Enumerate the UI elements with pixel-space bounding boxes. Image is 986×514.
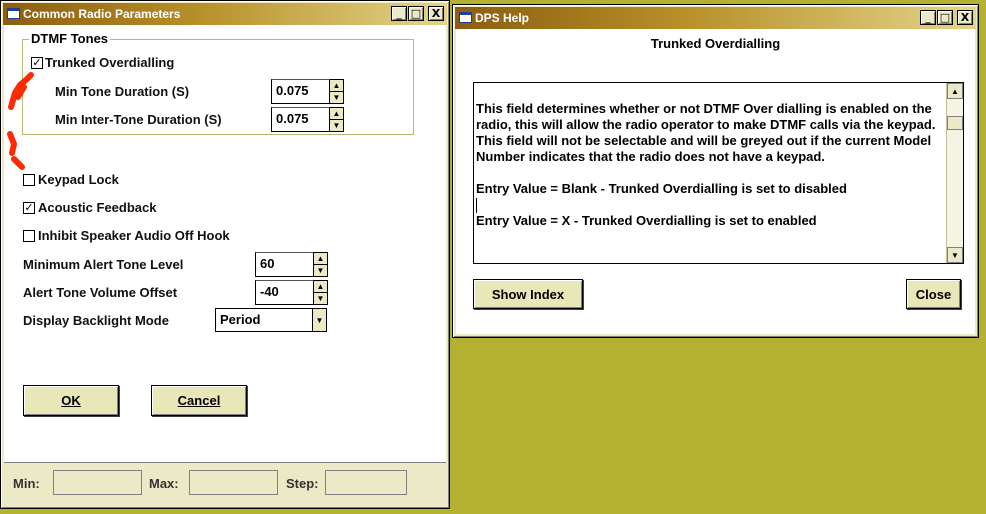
min-alert-tone-spinner[interactable]: 60 ▲ ▼: [255, 252, 328, 277]
help-vertical-scrollbar[interactable]: ▲ ▼: [946, 83, 963, 263]
params-titlebar[interactable]: Common Radio Parameters _ □ X: [3, 3, 447, 25]
status-step-field: [325, 470, 407, 495]
status-max-field: [189, 470, 278, 495]
status-max-label: Max:: [149, 476, 179, 491]
help-paragraph: Entry Value = X - Trunked Overdialling i…: [476, 213, 817, 228]
trunked-overdialling-checkbox[interactable]: ✓: [31, 57, 43, 69]
alert-tone-offset-label: Alert Tone Volume Offset: [23, 285, 178, 300]
dps-help-window: DPS Help _ □ X Trunked Overdialling This…: [452, 4, 979, 338]
min-inter-tone-duration-label: Min Inter-Tone Duration (S): [55, 112, 222, 127]
min-tone-duration-field[interactable]: 0.075: [271, 79, 330, 104]
ok-button[interactable]: OK: [23, 385, 119, 416]
maximize-button[interactable]: □: [937, 10, 953, 25]
scroll-up-icon[interactable]: ▲: [947, 83, 963, 99]
min-tone-duration-label: Min Tone Duration (S): [55, 84, 190, 99]
chevron-down-icon[interactable]: ▼: [312, 309, 326, 331]
keypad-lock-checkbox[interactable]: [23, 174, 35, 186]
min-tone-duration-spinner[interactable]: 0.075 ▲ ▼: [271, 79, 344, 104]
spin-down-icon[interactable]: ▼: [330, 91, 343, 103]
help-text-area[interactable]: This field determines whether or not DTM…: [473, 82, 964, 264]
backlight-mode-select[interactable]: Period ▼: [215, 308, 327, 332]
acoustic-feedback-label: Acoustic Feedback: [38, 200, 157, 215]
help-paragraph: Entry Value = Blank - Trunked Overdialli…: [476, 181, 847, 196]
spin-up-icon[interactable]: ▲: [314, 253, 327, 264]
help-client-area: Trunked Overdialling This field determin…: [456, 29, 975, 334]
close-button[interactable]: X: [957, 10, 973, 25]
help-window-title: DPS Help: [475, 11, 530, 25]
common-radio-parameters-window: Common Radio Parameters _ □ X DTMF Tones…: [0, 0, 450, 509]
scroll-thumb[interactable]: [947, 116, 963, 130]
status-step-label: Step:: [286, 476, 319, 491]
min-alert-tone-label: Minimum Alert Tone Level: [23, 257, 184, 272]
minimize-button[interactable]: _: [920, 10, 936, 25]
cancel-button[interactable]: Cancel: [151, 385, 247, 416]
help-paragraph: This field determines whether or not DTM…: [476, 101, 936, 164]
help-close-button-label: Close: [915, 286, 952, 302]
status-min-label: Min:: [13, 476, 40, 491]
spin-down-icon[interactable]: ▼: [330, 119, 343, 131]
min-inter-tone-duration-field[interactable]: 0.075: [271, 107, 330, 132]
backlight-mode-value: Period: [220, 312, 261, 327]
scroll-down-icon[interactable]: ▼: [947, 247, 963, 263]
keypad-lock-label: Keypad Lock: [38, 172, 119, 187]
help-titlebar[interactable]: DPS Help _ □ X: [455, 7, 976, 29]
ok-button-label: OK: [61, 393, 81, 408]
spin-up-icon[interactable]: ▲: [330, 80, 343, 91]
backlight-mode-label: Display Backlight Mode: [23, 313, 169, 328]
help-close-button[interactable]: Close: [906, 279, 961, 309]
window-app-icon: [7, 8, 20, 19]
status-bar: Min: Max: Step:: [4, 462, 446, 505]
acoustic-feedback-checkbox[interactable]: ✓: [23, 202, 35, 214]
spin-down-icon[interactable]: ▼: [314, 264, 327, 276]
spin-up-icon[interactable]: ▲: [330, 108, 343, 119]
help-text-content: This field determines whether or not DTM…: [476, 101, 954, 245]
window-app-icon: [459, 12, 472, 23]
show-index-button-label: Show Index: [491, 286, 565, 302]
inhibit-speaker-label: Inhibit Speaker Audio Off Hook: [38, 228, 230, 243]
show-index-button[interactable]: Show Index: [473, 279, 583, 309]
trunked-overdialling-label: Trunked Overdialling: [45, 55, 175, 70]
min-alert-tone-field[interactable]: 60: [255, 252, 314, 277]
spin-up-icon[interactable]: ▲: [314, 281, 327, 292]
help-topic-title: Trunked Overdialling: [650, 36, 781, 51]
minimize-button[interactable]: _: [391, 6, 407, 21]
cancel-button-label: Cancel: [177, 393, 221, 408]
alert-tone-offset-spinner[interactable]: -40 ▲ ▼: [255, 280, 328, 305]
params-client-area: DTMF Tones ✓ Trunked Overdialling Min To…: [4, 25, 446, 505]
alert-tone-offset-field[interactable]: -40: [255, 280, 314, 305]
params-window-title: Common Radio Parameters: [23, 7, 181, 21]
status-min-field: [53, 470, 142, 495]
inhibit-speaker-checkbox[interactable]: [23, 230, 35, 242]
maximize-button[interactable]: □: [408, 6, 424, 21]
dtmf-tones-group-title: DTMF Tones: [29, 31, 111, 46]
min-inter-tone-duration-spinner[interactable]: 0.075 ▲ ▼: [271, 107, 344, 132]
close-button[interactable]: X: [428, 6, 444, 21]
text-caret: [476, 198, 477, 213]
spin-down-icon[interactable]: ▼: [314, 292, 327, 304]
